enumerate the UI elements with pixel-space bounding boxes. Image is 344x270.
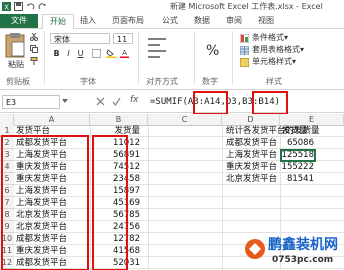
- formula-bar: E3 fx =SUMIF(A3:A14,D3,B3:B14): [0, 92, 344, 113]
- font-size-select[interactable]: 11: [113, 33, 133, 44]
- copy-icon[interactable]: [30, 45, 38, 53]
- namebox-dropdown-icon[interactable]: [62, 98, 68, 104]
- title-bar: X 新建 Microsoft Excel 工作表.xlsx - Excel: [0, 0, 344, 14]
- excel-window: X 新建 Microsoft Excel 工作表.xlsx - Excel 文件…: [0, 0, 344, 270]
- cell-e[interactable]: [280, 221, 314, 233]
- save-icon[interactable]: [14, 2, 23, 11]
- tab-page-layout[interactable]: 页面布局: [112, 14, 144, 28]
- cell-e[interactable]: 81541: [280, 173, 314, 185]
- conditional-format-button[interactable]: 条件格式▾: [252, 33, 288, 43]
- cell-e[interactable]: [280, 209, 314, 221]
- highlight-column-b-range: [92, 135, 128, 270]
- tab-insert[interactable]: 插入: [80, 14, 96, 28]
- percent-format-button[interactable]: %: [206, 43, 219, 59]
- column-header-a[interactable]: A: [14, 114, 90, 125]
- ribbon-separator: [138, 31, 139, 85]
- select-all-corner[interactable]: [0, 114, 14, 125]
- undo-icon[interactable]: [26, 2, 35, 11]
- column-header-c[interactable]: C: [148, 114, 222, 125]
- window-title: 新建 Microsoft Excel 工作表.xlsx - Excel: [170, 2, 323, 11]
- format-as-table-button[interactable]: 套用表格格式▾: [252, 45, 304, 55]
- font-name-select[interactable]: 宋体: [50, 33, 110, 44]
- watermark-logo-icon: [245, 239, 265, 259]
- number-group-label: 数字: [202, 77, 218, 86]
- column-header-d[interactable]: D: [222, 114, 280, 125]
- watermark: 鹏鑫装机网 0753pc.com: [244, 236, 344, 270]
- tab-formulas[interactable]: 公式: [162, 14, 178, 28]
- ribbon: 粘贴 剪贴板 宋体 11 B I U A 字体 对齐方式 % 数字 条件格式▾ …: [0, 29, 344, 90]
- insert-function-button[interactable]: fx: [130, 95, 139, 105]
- bold-button[interactable]: B: [52, 49, 61, 58]
- paste-label[interactable]: 粘贴: [8, 60, 24, 70]
- column-header-e[interactable]: E: [280, 114, 344, 125]
- highlight-criteria-range: [193, 91, 228, 115]
- excel-logo-icon: X: [2, 2, 11, 11]
- cell-e[interactable]: 发货量: [282, 125, 332, 137]
- tab-home[interactable]: 开始: [42, 14, 74, 29]
- highlight-sum-range: [252, 91, 288, 115]
- ribbon-separator: [232, 31, 233, 85]
- tab-review[interactable]: 审阅: [226, 14, 242, 28]
- clipboard-group-label: 剪贴板: [6, 77, 30, 86]
- name-box[interactable]: E3: [2, 95, 60, 109]
- conditional-format-icon: [240, 34, 249, 43]
- paste-icon[interactable]: [4, 32, 26, 58]
- fill-color-icon[interactable]: [106, 49, 116, 58]
- cell-e[interactable]: [280, 185, 314, 197]
- svg-text:X: X: [4, 4, 9, 12]
- border-icon[interactable]: [92, 49, 101, 58]
- cut-icon[interactable]: [30, 33, 38, 41]
- cell-e[interactable]: 155222: [280, 161, 314, 173]
- ribbon-tabs: 文件 开始 插入 页面布局 公式 数据 审阅 视图: [0, 14, 344, 29]
- styles-group-label: 样式: [266, 77, 282, 86]
- underline-button[interactable]: U: [76, 49, 85, 58]
- cell-e[interactable]: 65086: [280, 137, 314, 149]
- tab-data[interactable]: 数据: [194, 14, 210, 28]
- highlight-column-a-range: [1, 135, 89, 270]
- svg-text:A: A: [122, 49, 127, 57]
- active-cell-outline: [280, 149, 316, 162]
- format-painter-icon[interactable]: [30, 57, 38, 65]
- italic-button[interactable]: I: [64, 49, 73, 58]
- tab-file[interactable]: 文件: [0, 14, 38, 28]
- column-header-b[interactable]: B: [90, 114, 148, 125]
- cancel-icon[interactable]: [96, 97, 105, 106]
- alignment-group-label: 对齐方式: [146, 77, 178, 86]
- format-table-icon: [240, 46, 249, 55]
- font-group-label: 字体: [80, 77, 96, 86]
- ribbon-separator: [194, 31, 195, 85]
- alignment-icon[interactable]: [146, 35, 176, 65]
- enter-check-icon[interactable]: [112, 97, 121, 106]
- ribbon-separator: [44, 31, 45, 85]
- watermark-url: 0753pc.com: [272, 255, 334, 265]
- cell-styles-icon: [240, 58, 249, 67]
- font-color-icon[interactable]: A: [120, 49, 129, 58]
- redo-icon[interactable]: [38, 2, 47, 11]
- cell-styles-button[interactable]: 单元格样式▾: [252, 57, 296, 67]
- cell-e[interactable]: [280, 197, 314, 209]
- watermark-brand: 鹏鑫装机网: [268, 237, 338, 253]
- tab-view[interactable]: 视图: [258, 14, 274, 28]
